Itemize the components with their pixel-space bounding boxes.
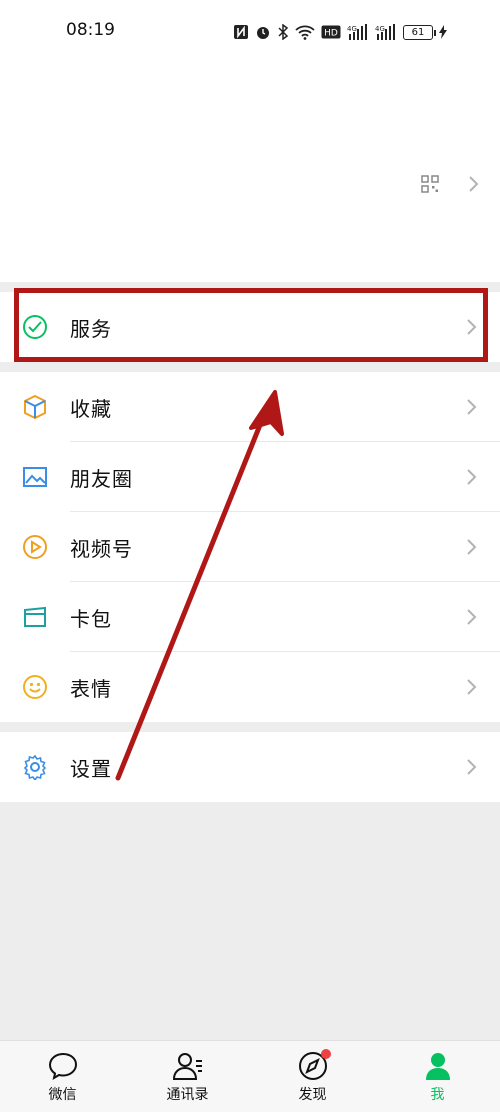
qr-code-icon[interactable]	[421, 175, 439, 193]
service-icon	[21, 313, 49, 341]
smiley-icon	[21, 673, 49, 701]
gear-icon	[21, 753, 49, 781]
profile-header[interactable]	[0, 62, 500, 282]
cube-icon	[21, 393, 49, 421]
tab-bar: 微信 通讯录 发现 我	[0, 1040, 500, 1112]
chevron-right-icon	[467, 759, 477, 775]
menu-item-stickers[interactable]: 表情	[0, 652, 500, 722]
chat-bubble-icon	[47, 1051, 79, 1081]
settings-group: 设置	[0, 732, 500, 802]
menu-item-cards[interactable]: 卡包	[0, 582, 500, 652]
tab-label: 发现	[298, 1087, 327, 1103]
menu-item-channels[interactable]: 视频号	[0, 512, 500, 582]
chevron-right-icon	[467, 679, 477, 695]
menu-item-service[interactable]: 服务	[0, 292, 500, 362]
chevron-right-icon	[467, 539, 477, 555]
tab-contacts[interactable]: 通讯录	[125, 1041, 250, 1112]
battery-icon: 61	[403, 24, 436, 40]
menu-item-moments[interactable]: 朋友圈	[0, 442, 500, 512]
hd-icon: HD	[321, 25, 341, 39]
contacts-icon	[172, 1051, 204, 1081]
chevron-right-icon	[469, 176, 479, 192]
tab-chats[interactable]: 微信	[0, 1041, 125, 1112]
menu-item-label: 朋友圈	[70, 466, 133, 491]
chevron-right-icon	[467, 399, 477, 415]
svg-text:4G: 4G	[347, 25, 357, 33]
tab-me[interactable]: 我	[375, 1041, 500, 1112]
nfc-icon	[233, 24, 249, 40]
tab-discover[interactable]: 发现	[250, 1041, 375, 1112]
menu-item-label: 表情	[70, 676, 112, 701]
alarm-icon	[255, 24, 271, 40]
menu-item-label: 服务	[70, 316, 112, 341]
play-icon	[21, 533, 49, 561]
menu-item-label: 收藏	[70, 396, 112, 421]
menu-item-label: 视频号	[70, 536, 133, 561]
menu-item-favorites[interactable]: 收藏	[0, 372, 500, 442]
image-icon	[21, 463, 49, 491]
wallet-icon	[21, 603, 49, 631]
service-group: 服务	[0, 292, 500, 362]
signal-icon-1: 4G	[347, 24, 369, 40]
features-group: 收藏 朋友圈 视频号 卡包 表情	[0, 372, 500, 722]
menu-item-settings[interactable]: 设置	[0, 732, 500, 802]
bluetooth-icon	[277, 24, 289, 40]
tab-label: 微信	[48, 1087, 77, 1103]
svg-text:4G: 4G	[375, 25, 385, 33]
menu-item-label: 卡包	[70, 606, 112, 631]
status-bar: 08:19 HD 4G 4G 61	[0, 0, 500, 62]
compass-icon	[297, 1049, 331, 1081]
tab-label: 我	[430, 1087, 445, 1103]
person-icon	[422, 1051, 454, 1081]
status-time: 08:19	[66, 20, 115, 40]
chevron-right-icon	[467, 319, 477, 335]
svg-text:HD: HD	[324, 29, 338, 39]
menu-item-label: 设置	[70, 756, 112, 781]
notification-dot	[320, 1049, 331, 1059]
charging-icon	[439, 25, 447, 39]
chevron-right-icon	[467, 469, 477, 485]
wifi-icon	[295, 24, 315, 40]
chevron-right-icon	[467, 609, 477, 625]
status-icons: HD 4G 4G 61	[233, 20, 447, 44]
signal-icon-2: 4G	[375, 24, 397, 40]
tab-label: 通讯录	[166, 1087, 209, 1103]
